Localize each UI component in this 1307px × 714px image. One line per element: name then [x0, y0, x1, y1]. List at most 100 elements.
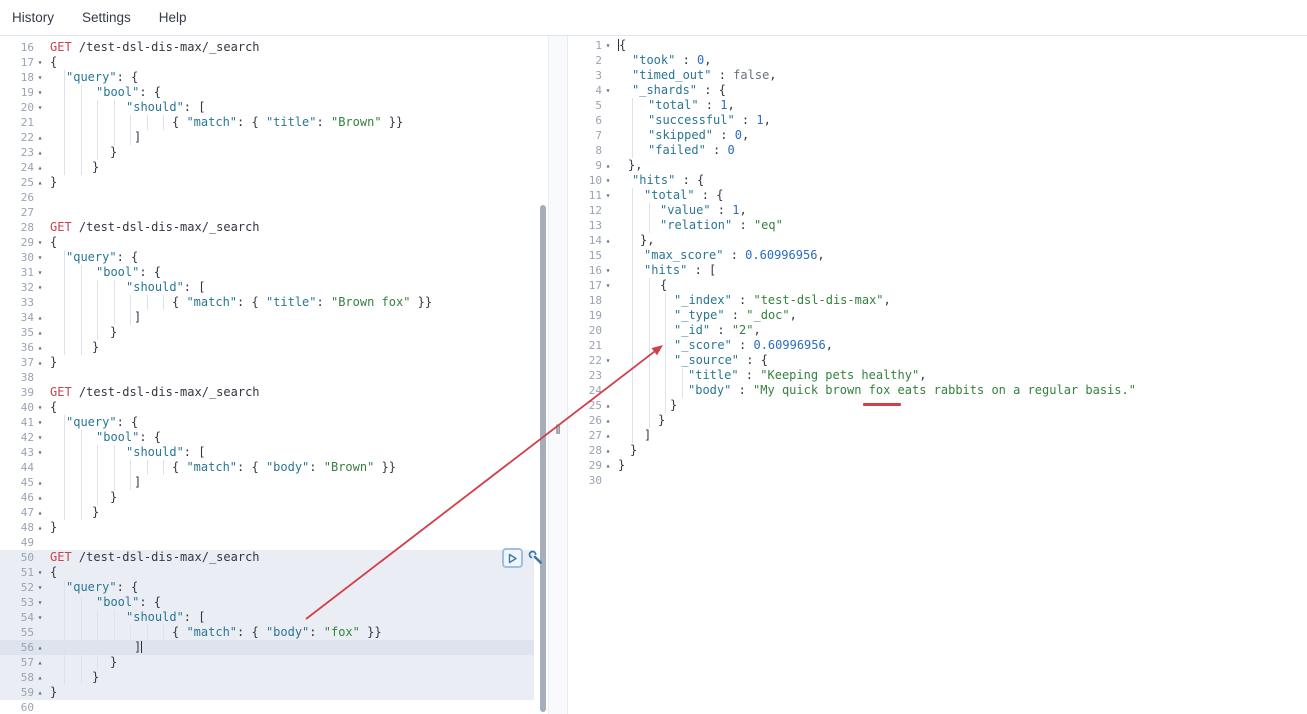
response-line-6[interactable]: 6"successful" : 1, — [568, 113, 1307, 128]
request-line-59[interactable]: 59▴} — [0, 685, 548, 700]
fold-icon[interactable]: ▴ — [34, 505, 46, 520]
fold-icon[interactable]: ▾ — [34, 85, 46, 100]
request-line-20[interactable]: 20▾"should": [ — [0, 100, 548, 115]
fold-icon[interactable]: ▾ — [34, 55, 46, 70]
request-line-22[interactable]: 22▴] — [0, 130, 548, 145]
fold-icon[interactable]: ▾ — [602, 38, 614, 53]
fold-icon[interactable]: ▾ — [602, 278, 614, 293]
fold-icon[interactable]: ▾ — [602, 173, 614, 188]
fold-icon[interactable]: ▴ — [602, 233, 614, 248]
request-line-45[interactable]: 45▴] — [0, 475, 548, 490]
menu-history[interactable]: History — [12, 10, 54, 25]
fold-icon[interactable]: ▴ — [34, 325, 46, 340]
response-line-5[interactable]: 5"total" : 1, — [568, 98, 1307, 113]
response-line-1[interactable]: 1▾{ — [568, 38, 1307, 53]
fold-icon[interactable]: ▴ — [34, 520, 46, 535]
fold-icon[interactable]: ▾ — [34, 400, 46, 415]
request-line-17[interactable]: 17▾{ — [0, 55, 548, 70]
request-line-60[interactable]: 60 — [0, 700, 548, 714]
response-line-29[interactable]: 29▴} — [568, 458, 1307, 473]
request-line-44[interactable]: 44{ "match": { "body": "Brown" }} — [0, 460, 548, 475]
response-line-11[interactable]: 11▾"total" : { — [568, 188, 1307, 203]
fold-icon[interactable]: ▴ — [34, 490, 46, 505]
request-line-32[interactable]: 32▾"should": [ — [0, 280, 548, 295]
request-line-24[interactable]: 24▴} — [0, 160, 548, 175]
fold-icon[interactable]: ▾ — [602, 263, 614, 278]
response-line-2[interactable]: 2"took" : 0, — [568, 53, 1307, 68]
response-line-22[interactable]: 22▾"_source" : { — [568, 353, 1307, 368]
fold-icon[interactable]: ▾ — [602, 353, 614, 368]
request-line-49[interactable]: 49 — [0, 535, 548, 550]
response-line-18[interactable]: 18"_index" : "test-dsl-dis-max", — [568, 293, 1307, 308]
fold-icon[interactable]: ▴ — [34, 475, 46, 490]
request-line-55[interactable]: 55{ "match": { "body": "fox" }} — [0, 625, 548, 640]
request-line-27[interactable]: 27 — [0, 205, 548, 220]
response-line-24[interactable]: 24"body" : "My quick brown fox eats rabb… — [568, 383, 1307, 398]
send-request-button[interactable] — [502, 548, 523, 568]
request-line-34[interactable]: 34▴] — [0, 310, 548, 325]
response-line-3[interactable]: 3"timed_out" : false, — [568, 68, 1307, 83]
fold-icon[interactable]: ▾ — [34, 250, 46, 265]
request-line-42[interactable]: 42▾"bool": { — [0, 430, 548, 445]
fold-icon[interactable]: ▾ — [34, 610, 46, 625]
fold-icon[interactable]: ▴ — [602, 398, 614, 413]
fold-icon[interactable]: ▾ — [602, 83, 614, 98]
request-line-39[interactable]: 39GET /test-dsl-dis-max/_search — [0, 385, 548, 400]
request-line-26[interactable]: 26 — [0, 190, 548, 205]
fold-icon[interactable]: ▴ — [34, 145, 46, 160]
request-line-37[interactable]: 37▴} — [0, 355, 548, 370]
menu-settings[interactable]: Settings — [82, 10, 131, 25]
request-line-51[interactable]: 51▾{ — [0, 565, 548, 580]
fold-icon[interactable]: ▴ — [602, 443, 614, 458]
request-line-43[interactable]: 43▾"should": [ — [0, 445, 548, 460]
request-line-33[interactable]: 33{ "match": { "title": "Brown fox" }} — [0, 295, 548, 310]
fold-icon[interactable]: ▾ — [34, 235, 46, 250]
request-line-23[interactable]: 23▴} — [0, 145, 548, 160]
request-line-18[interactable]: 18▾"query": { — [0, 70, 548, 85]
response-line-25[interactable]: 25▴} — [568, 398, 1307, 413]
response-line-10[interactable]: 10▾"hits" : { — [568, 173, 1307, 188]
response-line-13[interactable]: 13"relation" : "eq" — [568, 218, 1307, 233]
request-line-25[interactable]: 25▴} — [0, 175, 548, 190]
request-line-50[interactable]: 50GET /test-dsl-dis-max/_search — [0, 550, 548, 565]
request-line-38[interactable]: 38 — [0, 370, 548, 385]
fold-icon[interactable]: ▾ — [34, 70, 46, 85]
fold-icon[interactable]: ▾ — [34, 595, 46, 610]
request-line-57[interactable]: 57▴} — [0, 655, 548, 670]
fold-icon[interactable]: ▾ — [34, 565, 46, 580]
request-line-58[interactable]: 58▴} — [0, 670, 548, 685]
request-line-36[interactable]: 36▴} — [0, 340, 548, 355]
response-line-14[interactable]: 14▴}, — [568, 233, 1307, 248]
request-line-53[interactable]: 53▾"bool": { — [0, 595, 548, 610]
response-line-28[interactable]: 28▴} — [568, 443, 1307, 458]
response-line-17[interactable]: 17▾{ — [568, 278, 1307, 293]
fold-icon[interactable]: ▾ — [34, 580, 46, 595]
fold-icon[interactable]: ▴ — [34, 340, 46, 355]
response-line-27[interactable]: 27▴] — [568, 428, 1307, 443]
fold-icon[interactable]: ▴ — [34, 310, 46, 325]
fold-icon[interactable]: ▾ — [34, 280, 46, 295]
fold-icon[interactable]: ▴ — [34, 670, 46, 685]
response-line-4[interactable]: 4▾"_shards" : { — [568, 83, 1307, 98]
menu-help[interactable]: Help — [159, 10, 187, 25]
response-line-20[interactable]: 20"_id" : "2", — [568, 323, 1307, 338]
response-line-9[interactable]: 9▴}, — [568, 158, 1307, 173]
request-options-button[interactable] — [526, 548, 544, 567]
fold-icon[interactable]: ▾ — [34, 265, 46, 280]
response-line-30[interactable]: 30 — [568, 473, 1307, 488]
fold-icon[interactable]: ▴ — [34, 175, 46, 190]
response-line-26[interactable]: 26▴} — [568, 413, 1307, 428]
request-line-52[interactable]: 52▾"query": { — [0, 580, 548, 595]
request-line-19[interactable]: 19▾"bool": { — [0, 85, 548, 100]
fold-icon[interactable]: ▴ — [34, 655, 46, 670]
request-line-21[interactable]: 21{ "match": { "title": "Brown" }} — [0, 115, 548, 130]
request-line-35[interactable]: 35▴} — [0, 325, 548, 340]
request-line-54[interactable]: 54▾"should": [ — [0, 610, 548, 625]
fold-icon[interactable]: ▴ — [602, 413, 614, 428]
fold-icon[interactable]: ▾ — [34, 445, 46, 460]
fold-icon[interactable]: ▾ — [34, 430, 46, 445]
panel-splitter[interactable]: ‖ — [548, 36, 568, 714]
request-line-30[interactable]: 30▾"query": { — [0, 250, 548, 265]
response-line-12[interactable]: 12"value" : 1, — [568, 203, 1307, 218]
request-editor-scrollbar[interactable] — [540, 205, 546, 712]
